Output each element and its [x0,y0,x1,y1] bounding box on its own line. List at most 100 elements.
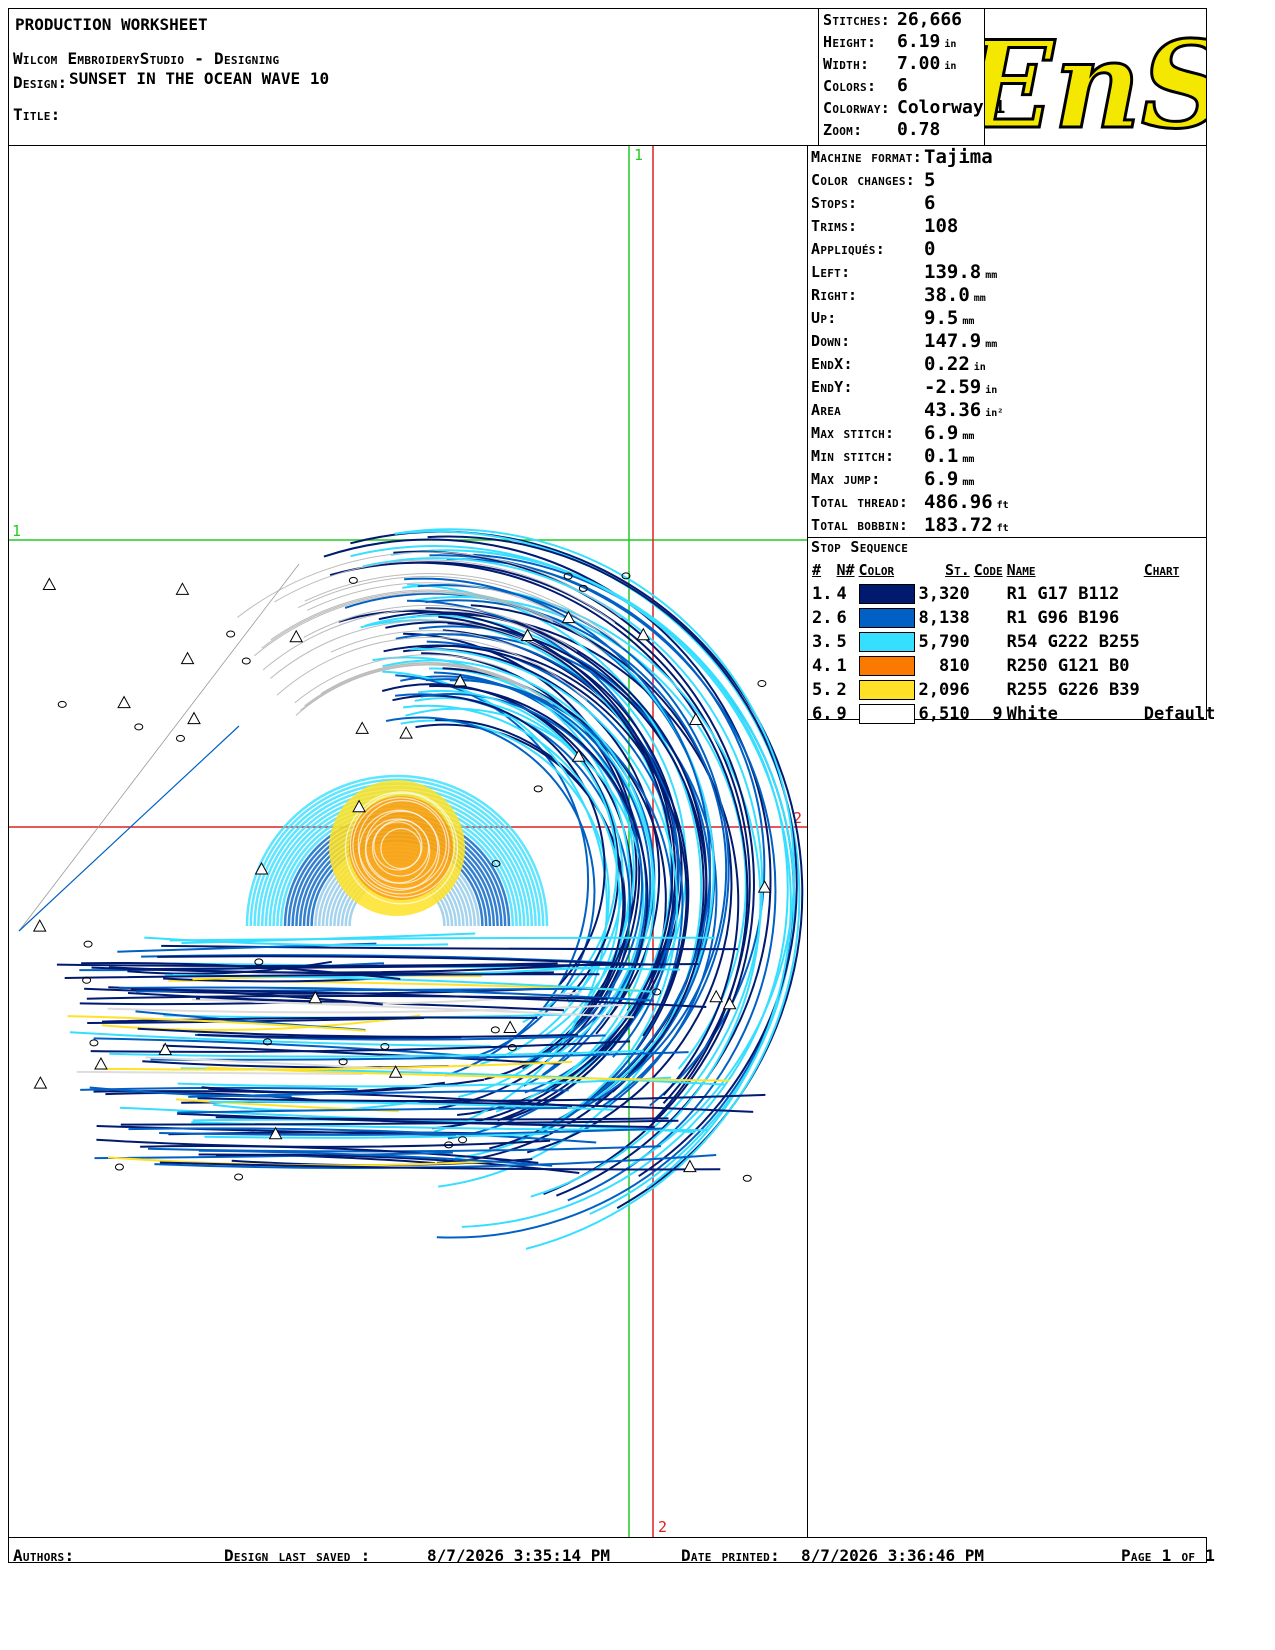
info-value: 6.9 mm [924,468,974,490]
info-value: 108 [924,215,962,237]
info-unit: ft [996,500,1009,511]
needle-num: 1 [836,656,847,676]
stop-marker [503,1020,517,1033]
table-header-row: # N# Color St. Code Name Chart [810,558,1217,582]
info-label: EndX: [811,355,853,373]
stat-value-text: 26,666 [897,9,963,30]
thread-code [972,678,1005,702]
marker-v1: 1 [634,146,643,164]
info-value-text: 486.96 [924,491,993,513]
info-label: EndY: [811,378,853,396]
info-unit: mm [962,316,975,327]
stat-value: 7.00 in [897,53,956,74]
info-unit: ft [996,523,1009,534]
color-swatch [857,654,917,678]
embroidery-artwork [18,528,804,1250]
stitch-count: 5,790 [918,632,970,652]
stop-marker [42,577,57,590]
jump-line [18,563,300,932]
thread-code [972,606,1005,630]
info-unit: in [973,362,986,373]
needle-num: 2 [836,680,847,700]
col-st: St. [945,561,970,579]
embroidery-preview: 1 1 2 2 [9,146,807,1537]
stop-marker [709,989,724,1003]
stat-unit: in [944,61,957,72]
info-label: Appliqués: [811,240,886,258]
needle-num: 6 [836,608,847,628]
info-value-text: 38.0 [924,284,970,306]
table-row: 3. 5 5,790 R54 G222 B255 [810,630,1217,654]
logo-text: EnS [985,15,1206,145]
info-label: Left: [811,263,851,281]
col-chart: Chart [1143,561,1180,579]
info-unit: in [985,385,998,396]
color-swatch [857,582,917,606]
stop-marker [399,726,413,739]
info-value-text: 139.8 [924,261,982,283]
col-name: Name [1006,561,1036,579]
col-color: Color [858,561,895,579]
thread-chart [1142,582,1218,606]
thread-name: White [1006,704,1058,724]
worksheet-title: PRODUCTION WORKSHEET [15,15,208,34]
stat-label: Colors: [823,77,877,95]
stat-label: Zoom: [823,121,863,139]
stat-unit: in [944,39,957,50]
info-value: -2.59 in [924,376,997,398]
stop-marker [94,1056,108,1070]
trim-marker [241,657,251,665]
info-value-text: 0.22 [924,353,970,375]
info-label: Trims: [811,217,858,235]
trim-marker [533,785,543,793]
info-label: Up: [811,309,837,327]
row-num: 1. [812,584,833,604]
trim-marker [57,700,67,708]
col-needle: N# [836,561,855,579]
info-label: Max stitch: [811,424,895,442]
software-name: Wilcom EmbroideryStudio - Designing [13,49,280,68]
design-canvas: 1 1 2 2 [8,145,808,1538]
info-value: 6.9 mm [924,422,974,444]
sea-stroke [215,1116,669,1121]
info-label: Machine format: [811,148,923,166]
trim-marker [134,723,144,731]
stop-marker [32,919,47,932]
trim-marker [175,734,185,742]
info-unit: mm [962,477,975,488]
row-num: 2. [812,608,833,628]
thread-code [972,582,1005,606]
info-value: 6 [924,192,939,214]
info-label: Min stitch: [811,447,895,465]
trim-marker [226,630,236,638]
stat-label: Height: [823,33,877,51]
table-row: 1. 4 3,320 R1 G17 B112 [810,582,1217,606]
info-label: Color changes: [811,171,916,189]
info-label: Area [811,401,842,419]
info-value: 0.22 in [924,353,986,375]
info-value-text: 108 [924,215,959,237]
stat-value: 6.19 in [897,31,956,52]
saved-value: 8/7/2026 3:35:14 PM [427,1546,611,1565]
info-label: Total bobbin: [811,516,909,534]
table-row: 4. 1 810 R250 G121 B0 [810,654,1217,678]
stat-value: 26,666 [897,9,966,30]
color-swatch [857,630,917,654]
swatch-chip [858,584,915,604]
stop-sequence-panel: Stop Sequence # N# Color St. Code Name C… [807,537,1215,724]
page-number: Page 1 of 1 [1121,1546,1216,1565]
stop-marker [636,627,651,641]
thread-chart [1142,654,1218,678]
info-value-text: 6.9 [924,422,959,444]
info-value: 0.1 mm [924,445,974,467]
thread-chart: Default [1143,704,1216,724]
swatch-chip [858,656,915,676]
info-value-text: 147.9 [924,330,982,352]
info-value-text: 6 [924,192,936,214]
trim-marker [742,1174,752,1182]
trim-marker [83,940,93,948]
swatch-chip [858,608,915,628]
info-value-text: -2.59 [924,376,982,398]
stop-marker [289,629,304,643]
info-value: 38.0 mm [924,284,986,306]
